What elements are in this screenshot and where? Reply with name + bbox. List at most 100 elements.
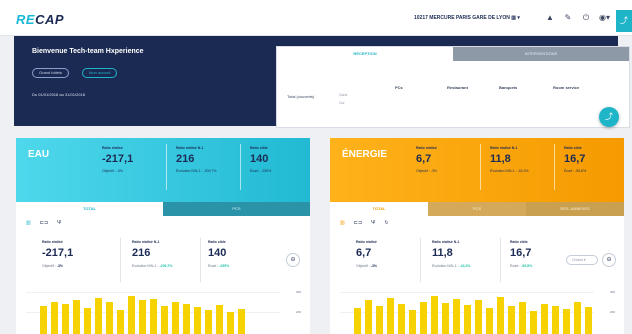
row-sub2: Cur [339, 101, 345, 105]
tab-reception[interactable]: RÉCEPTION [277, 47, 453, 61]
col-pcs: PCs [395, 85, 403, 90]
water-tabs: TOTAL PCS [16, 202, 310, 216]
chart-bar [117, 310, 124, 334]
chart-fab-button[interactable]: ⤴ [599, 107, 619, 127]
energy-filter-icons: ▥ ⊏⊐ Ψ ↻ [340, 220, 389, 226]
site-selector[interactable]: 10217 MERCURE PARIS GARE DE LYON ▥ ▾ [414, 15, 520, 21]
water-axis-mid: 200 [296, 310, 302, 314]
energy-kpi2-realise: Ratio réalisé 6,7 Objectif : -3% [356, 240, 378, 268]
building-icon: ▥ ▾ [511, 15, 520, 21]
chart-bar [541, 304, 548, 334]
user-icon[interactable]: ◉▾ [599, 13, 610, 23]
reception-card: RÉCEPTION INTERVENTIONS PCs Restaurant B… [276, 46, 630, 128]
chart-bar [420, 302, 427, 334]
chart-bar [238, 309, 245, 334]
chart-bar [106, 302, 113, 334]
chart-bar [398, 304, 405, 334]
energy-axis-mid: 200 [610, 310, 616, 314]
col-restaurant: Restaurant [447, 85, 468, 90]
chart-bar [464, 305, 471, 334]
chart-bar [194, 307, 201, 334]
chart-bar [508, 306, 515, 334]
col-room-service: Room service [553, 85, 580, 90]
chart-bar [216, 305, 223, 334]
pencil-icon[interactable]: ✎ [563, 13, 573, 23]
energy-kpi2-n1: Ratio réalisé N-1 11,8 Évolution N/N-1 :… [432, 240, 471, 268]
period-text: Du 01/01/2018 au 31/01/2018 [32, 92, 85, 97]
home-pill[interactable]: Mon accueil [82, 68, 118, 78]
chart-bar [585, 307, 592, 334]
chart-bar [205, 310, 212, 334]
col-banquets: Banquets [499, 85, 518, 90]
chart-bar [73, 300, 80, 334]
chart-bar [574, 302, 581, 334]
car-icon[interactable]: ⊖ [286, 253, 300, 267]
bed-icon[interactable]: ⊏⊐ [40, 220, 48, 226]
row-sub1: Cand [339, 93, 348, 97]
chart-bar [227, 312, 234, 334]
chart-bar [530, 311, 537, 334]
water-kpi-cible: Ratio cible 140 Écart : -255% [250, 146, 272, 173]
chart-bar [128, 296, 135, 334]
chart-bar [161, 306, 168, 334]
power-icon[interactable]: ⏻ [581, 13, 591, 23]
car-icon[interactable]: ⊖ [602, 253, 616, 267]
chart-bar [354, 308, 361, 334]
chart-bar [40, 306, 47, 334]
chart-bar [150, 299, 157, 334]
chart-bar [172, 302, 179, 334]
chart-bar [84, 308, 91, 334]
energy-axis-top: 300 [610, 290, 616, 294]
water-axis-top: 300 [296, 290, 302, 294]
chart-bar [563, 309, 570, 334]
tab-interventions[interactable]: INTERVENTIONS [453, 47, 629, 61]
chart-bar [62, 304, 69, 334]
energy-kpi-cible: Ratio cible 16,7 Écart : -59,8% [564, 146, 587, 173]
chart-bar [409, 310, 416, 334]
energy-kpi2-cible: Ratio cible 16,7 Écart : -59,8% [510, 240, 533, 268]
chart-bar [387, 298, 394, 334]
chart-bar [442, 303, 449, 334]
chart-bar [486, 308, 493, 334]
water-kpi2-cible: Ratio cible 140 Écart : -255% [208, 240, 230, 268]
energy-tabs: TOTAL PCS RES. ANNEXES [330, 202, 624, 216]
bed-icon[interactable]: ⊏⊐ [354, 220, 362, 226]
chart-bar [376, 306, 383, 334]
energy-band: ÉNERGIE Ratio réalisé 6,7 Objectif : -3%… [330, 138, 624, 202]
bell-icon[interactable]: ▲ [545, 13, 555, 23]
chart-bar [183, 304, 190, 334]
chart-bar [95, 298, 102, 334]
energy-chart: 300 200 [340, 288, 615, 334]
water-chart: 300 200 [26, 288, 301, 334]
welcome-title: Bienvenue Tech-team Hxperience [32, 48, 144, 55]
chart-bar [453, 299, 460, 334]
chart-bar [519, 302, 526, 334]
energy-tab-total[interactable]: TOTAL [330, 202, 428, 216]
fork-knife-icon[interactable]: Ψ [57, 220, 61, 226]
recap-logo[interactable]: RECAP [16, 12, 64, 27]
chart-bar [552, 306, 559, 334]
energy-tab-pcs[interactable]: PCS [428, 202, 526, 216]
chart-select[interactable]: Choisir ▾ [566, 255, 598, 265]
trend-button[interactable]: ⤴ [616, 10, 632, 32]
water-kpi2-realise: Ratio réalisé -217,1 Objectif : -3% [42, 240, 74, 268]
fork-knife-icon[interactable]: Ψ [371, 220, 375, 226]
water-kpi2-n1: Ratio réalisé N-1 216 Évolution N/N-1 : … [132, 240, 173, 268]
energy-kpi-realise: Ratio réalisé 6,7 Objectif : -3% [416, 146, 438, 173]
chart-bar [365, 300, 372, 334]
water-filter-icons: ▥ ⊏⊐ Ψ [26, 220, 61, 226]
water-panel: EAU Ratio réalisé -217,1 Objectif : -3% … [16, 138, 310, 334]
building-icon[interactable]: ▥ [340, 220, 345, 226]
top-bar: RECAP 10217 MERCURE PARIS GARE DE LYON ▥… [0, 0, 632, 36]
top-icons: ▲ ✎ ⏻ ◉▾ [545, 13, 610, 23]
welcome-banner: Bienvenue Tech-team Hxperience Grand hôt… [14, 36, 630, 128]
refresh-icon[interactable]: ↻ [384, 220, 388, 226]
chart-bar [497, 297, 504, 334]
grand-hotels-pill[interactable]: Grand hôtels [32, 68, 69, 78]
water-tab-pcs[interactable]: PCS [163, 202, 310, 216]
water-tab-total[interactable]: TOTAL [16, 202, 163, 216]
water-band: EAU Ratio réalisé -217,1 Objectif : -3% … [16, 138, 310, 202]
energy-tab-annexes[interactable]: RES. ANNEXES [526, 202, 624, 216]
building-icon[interactable]: ▥ [26, 220, 31, 226]
energy-panel: ÉNERGIE Ratio réalisé 6,7 Objectif : -3%… [330, 138, 624, 334]
